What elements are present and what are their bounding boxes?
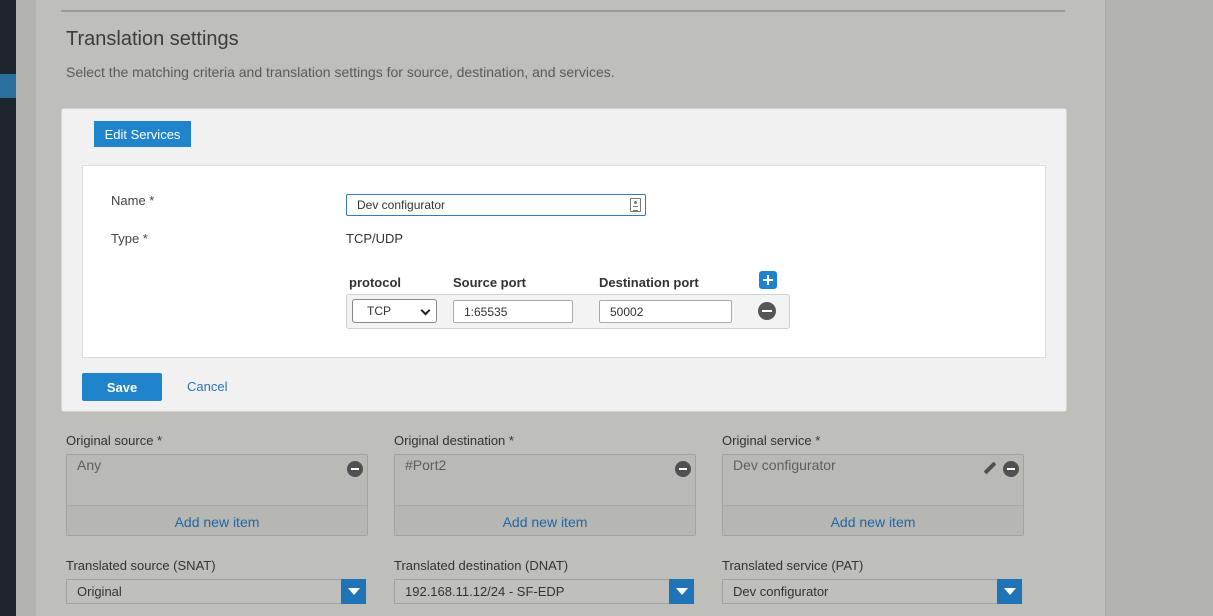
translated-destination-select[interactable]: 192.168.11.12/24 - SF-EDP bbox=[394, 579, 694, 604]
translated-destination-value: 192.168.11.12/24 - SF-EDP bbox=[405, 584, 565, 599]
edit-pencil-icon[interactable] bbox=[982, 460, 998, 476]
remove-row-minus-icon[interactable] bbox=[758, 302, 776, 320]
name-input[interactable]: Dev configurator bbox=[346, 194, 646, 216]
protocol-column-header: protocol bbox=[349, 275, 401, 290]
destination-port-column-header: Destination port bbox=[599, 275, 699, 290]
original-source-add-item-link[interactable]: Add new item bbox=[67, 505, 367, 535]
original-destination-label: Original destination * bbox=[394, 433, 514, 448]
source-port-input[interactable]: 1:65535 bbox=[453, 300, 573, 323]
original-service-item: Dev configurator bbox=[733, 457, 836, 473]
original-source-item: Any bbox=[77, 457, 102, 473]
original-service-label: Original service * bbox=[722, 433, 821, 448]
dropdown-arrow-icon[interactable] bbox=[997, 579, 1022, 604]
dropdown-arrow-icon[interactable] bbox=[669, 579, 694, 604]
original-destination-box: #Port2 Add new item bbox=[394, 454, 696, 536]
dialog-title: Edit Services bbox=[94, 121, 191, 147]
original-source-box: Any Add new item bbox=[66, 454, 368, 536]
translated-destination-label: Translated destination (DNAT) bbox=[394, 558, 569, 573]
chevron-down-icon bbox=[420, 305, 431, 316]
protocol-select-value: TCP bbox=[367, 304, 391, 318]
remove-item-minus-icon[interactable] bbox=[1003, 461, 1019, 477]
original-service-box: Dev configurator Add new item bbox=[722, 454, 1024, 536]
section-divider bbox=[61, 10, 1065, 12]
remove-item-minus-icon[interactable] bbox=[347, 461, 363, 477]
remove-item-minus-icon[interactable] bbox=[675, 461, 691, 477]
name-label: Name * bbox=[111, 193, 155, 208]
translated-source-value: Original bbox=[77, 584, 122, 599]
translated-service-select[interactable]: Dev configurator bbox=[722, 579, 1022, 604]
type-label: Type * bbox=[111, 231, 148, 246]
original-source-label: Original source * bbox=[66, 433, 163, 448]
translated-source-select[interactable]: Original bbox=[66, 579, 366, 604]
add-row-plus-icon[interactable] bbox=[759, 271, 777, 289]
type-value: TCP/UDP bbox=[346, 231, 404, 246]
source-port-column-header: Source port bbox=[453, 275, 526, 290]
cancel-link[interactable]: Cancel bbox=[187, 379, 227, 394]
original-destination-item: #Port2 bbox=[405, 457, 447, 473]
dropdown-arrow-icon[interactable] bbox=[341, 579, 366, 604]
nav-active-indicator[interactable] bbox=[0, 74, 16, 98]
section-title: Translation settings bbox=[66, 28, 239, 50]
original-service-add-item-link[interactable]: Add new item bbox=[723, 505, 1023, 535]
translated-source-label: Translated source (SNAT) bbox=[66, 558, 216, 573]
name-input-value: Dev configurator bbox=[357, 198, 446, 212]
protocol-select[interactable]: TCP bbox=[352, 299, 437, 323]
contact-card-icon[interactable] bbox=[630, 198, 641, 212]
destination-port-value: 50002 bbox=[610, 304, 644, 319]
translated-service-label: Translated service (PAT) bbox=[722, 558, 864, 573]
translated-service-value: Dev configurator bbox=[733, 584, 829, 599]
source-port-value: 1:65535 bbox=[464, 304, 508, 319]
save-button[interactable]: Save bbox=[82, 373, 162, 401]
destination-port-input[interactable]: 50002 bbox=[599, 300, 732, 323]
original-destination-add-item-link[interactable]: Add new item bbox=[395, 505, 695, 535]
section-description: Select the matching criteria and transla… bbox=[66, 64, 615, 80]
